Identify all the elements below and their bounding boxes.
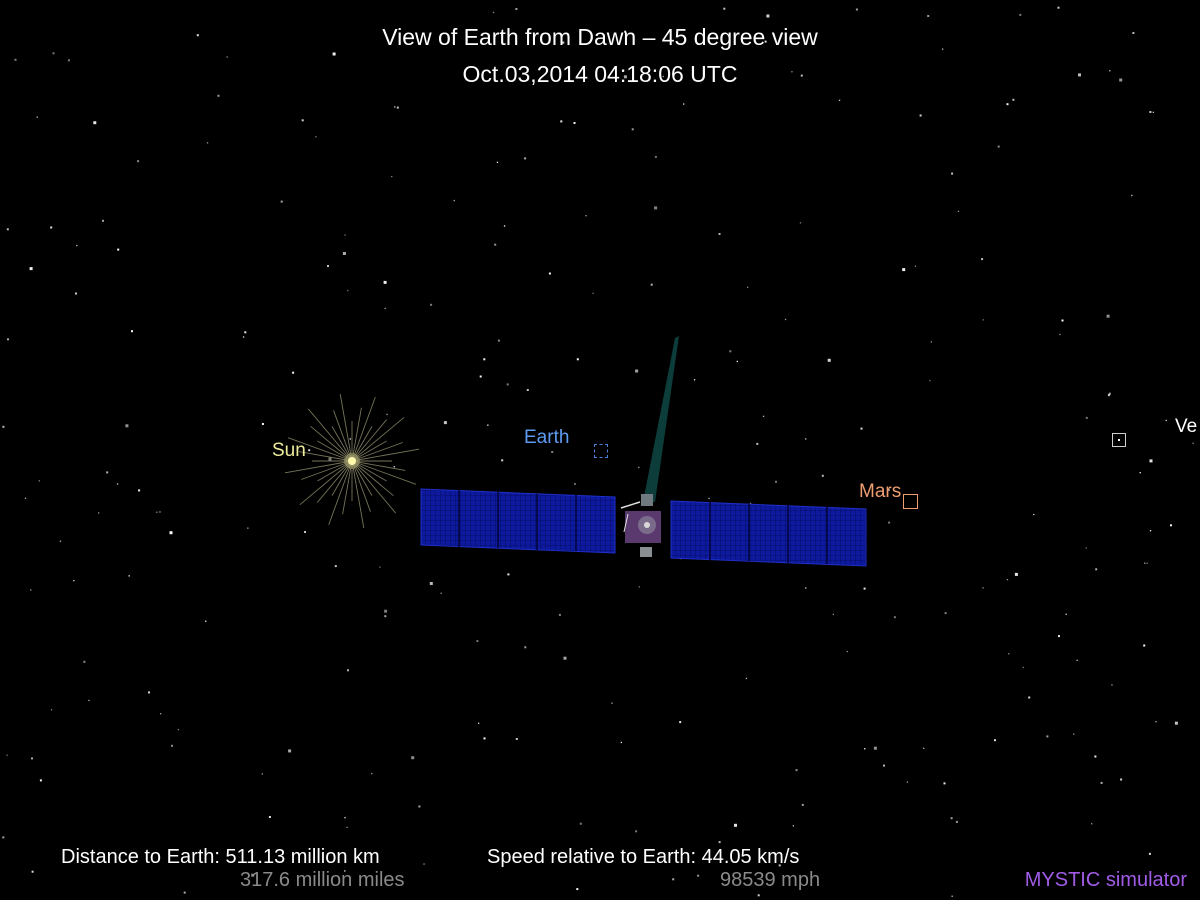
speed-kms: 44.05 km/s [701,846,800,868]
distance-km: 511.13 million km [225,846,380,868]
mars-marker [903,494,918,509]
dawn-spacecraft [420,336,867,567]
speed-label: Speed relative to Earth: [487,846,697,868]
simulator-brand: MYSTIC simulator [1024,869,1187,891]
venus-label: Ve [1175,416,1198,437]
left-solar-array [420,488,616,554]
venus-marker [1112,433,1126,447]
speed-mph: 98539 mph [720,869,821,891]
high-gain-antenna-beam [643,336,679,502]
distance-miles: 317.6 million miles [240,869,405,891]
distance-readout: Distance to Earth: 511.13 million km [61,846,380,869]
view-title: View of Earth from Dawn – 45 degree view [382,24,818,50]
timestamp: Oct.03,2014 04:18:06 UTC [462,61,738,87]
earth-marker [594,444,608,458]
right-solar-array [670,500,867,567]
mars-label: Mars [859,481,902,502]
sun-label: Sun [272,440,306,461]
earth-label: Earth [524,427,570,448]
speed-readout: Speed relative to Earth: 44.05 km/s [487,846,799,869]
distance-label: Distance to Earth: [61,846,220,868]
